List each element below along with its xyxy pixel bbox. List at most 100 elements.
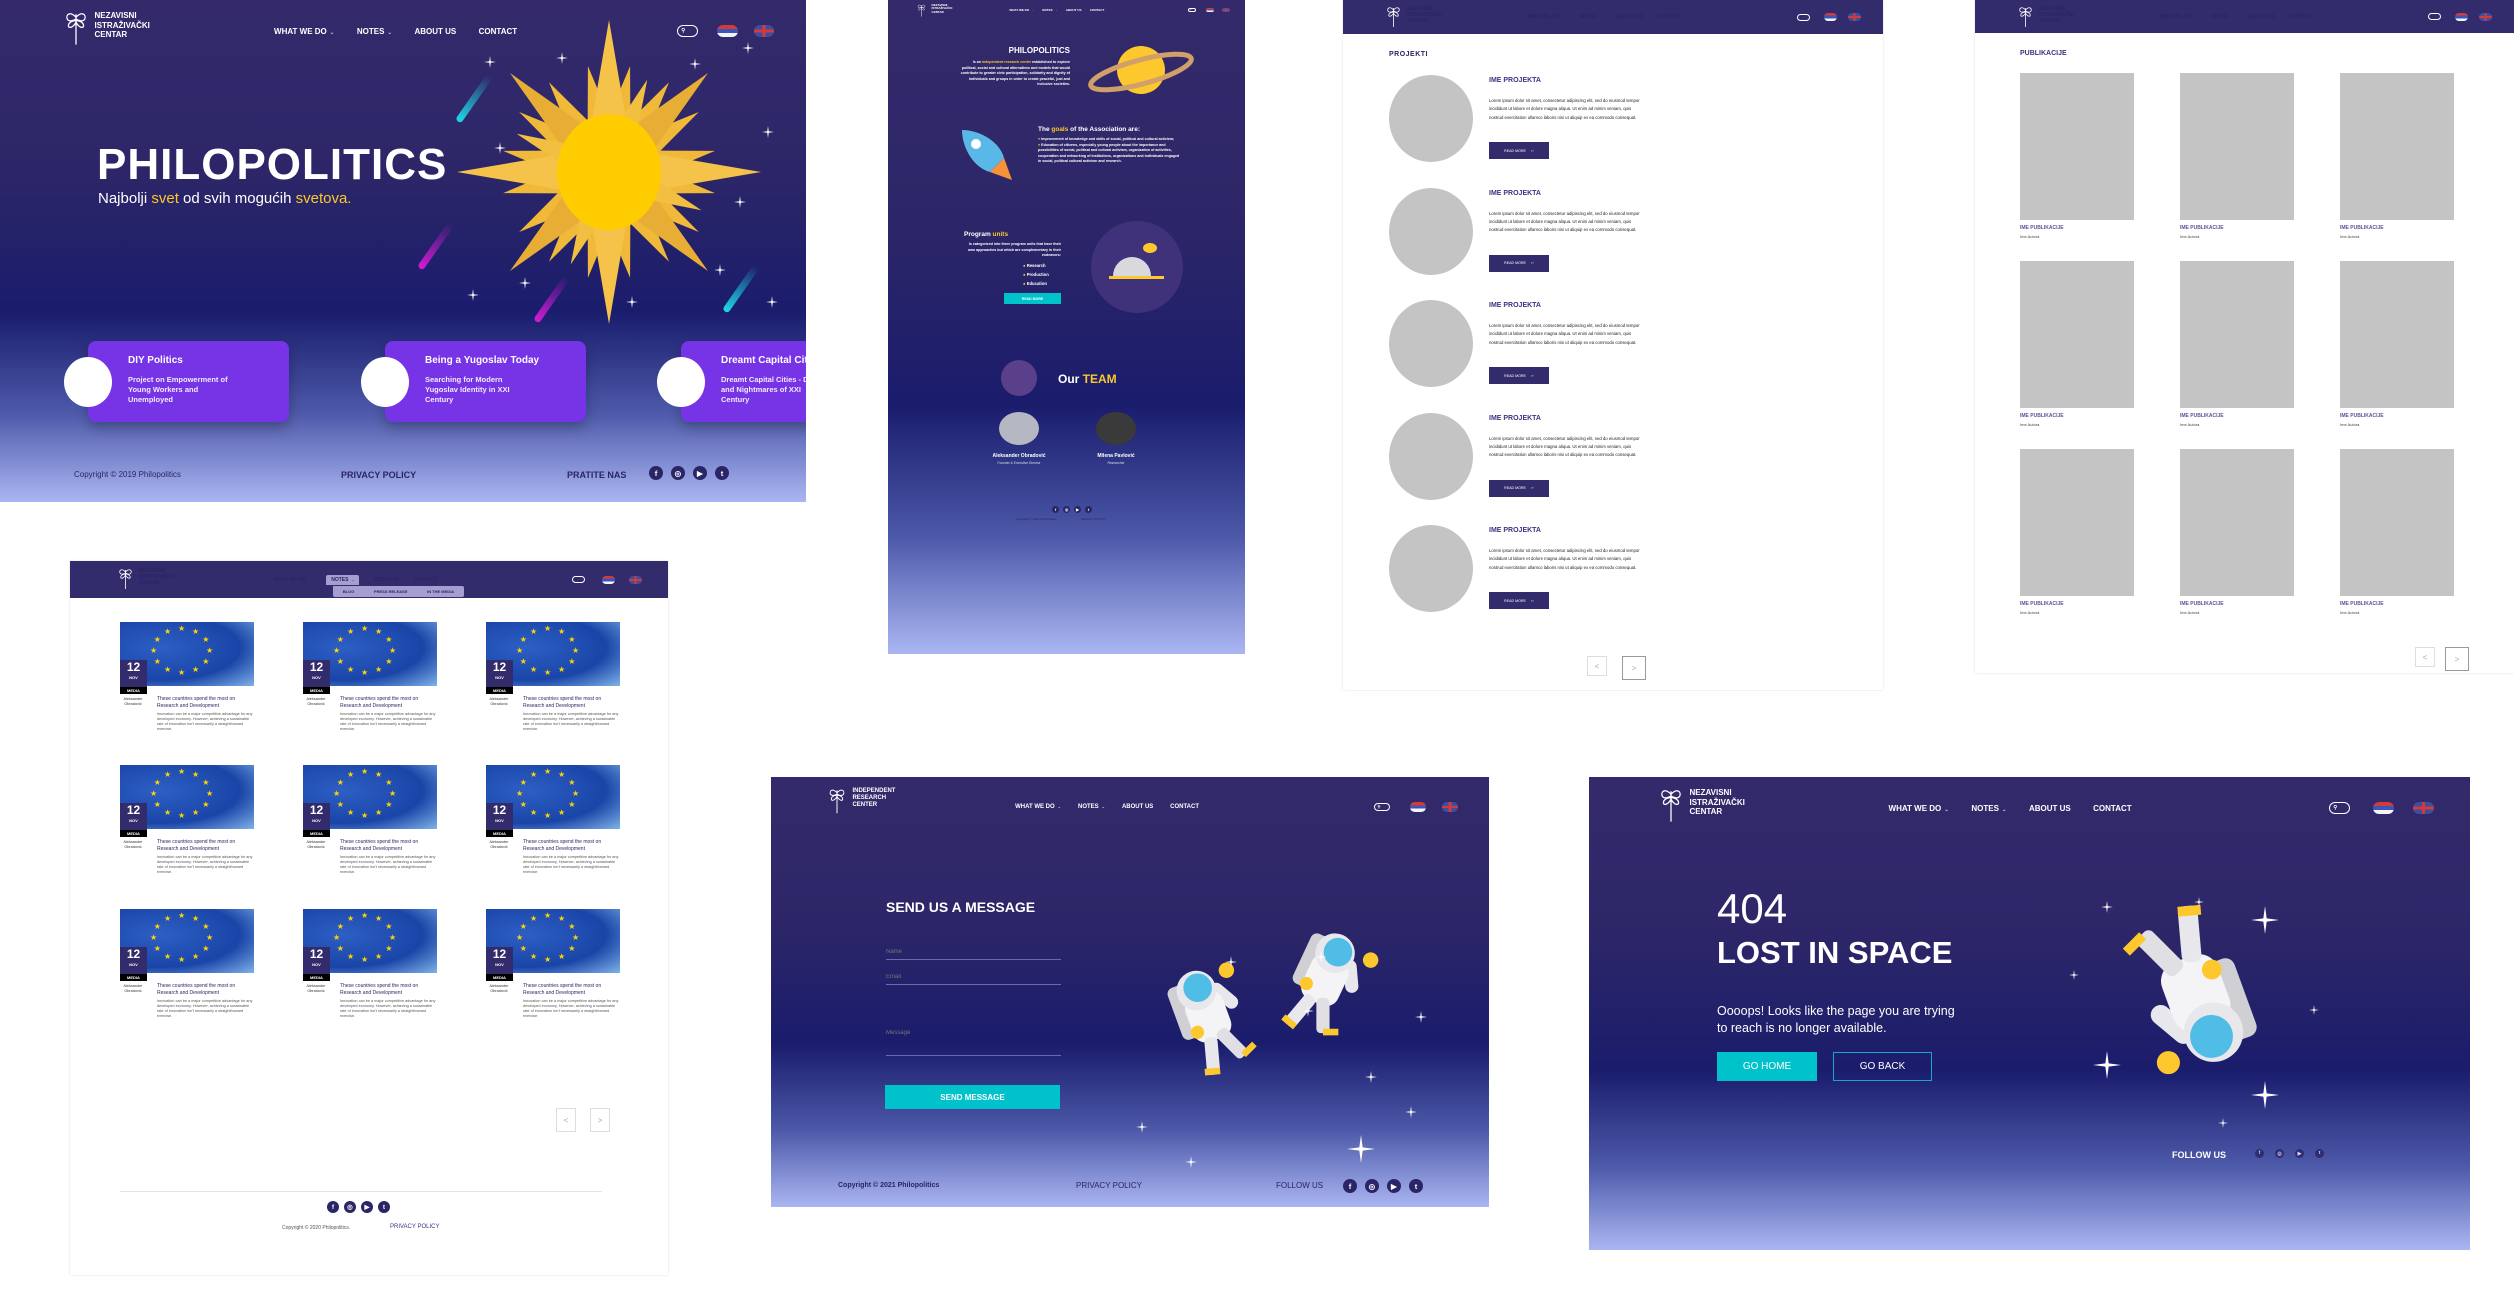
facebook-icon[interactable]: f (649, 466, 663, 480)
read-more-button[interactable]: READ MORE (1004, 293, 1061, 304)
nav-item-notes[interactable]: NOTES ⌄ (1042, 8, 1057, 12)
publication-cover[interactable] (2020, 449, 2134, 596)
instagram-icon[interactable]: ◎ (2275, 1149, 2284, 1158)
blog-card[interactable]: ★ ★ ★ ★ ★ ★ ★ ★ ★ ★ ★ ★ 12 NOV MEDIA Aleksander Obradov… (486, 765, 620, 890)
search-button[interactable]: ⚲ (1796, 13, 1810, 21)
project-title[interactable]: IME PROJEKTA (1489, 415, 1541, 422)
nav-item-notes[interactable]: NOTES ⌄ (2211, 14, 2234, 20)
project-card[interactable]: DIY Politics Project on Empowerment of Yo… (88, 341, 289, 422)
youtube-icon[interactable]: ▶ (1387, 1179, 1401, 1193)
twitter-icon[interactable]: t (1085, 506, 1092, 513)
youtube-icon[interactable]: ▶ (693, 466, 707, 480)
uk-flag-icon[interactable] (1847, 13, 1861, 21)
blog-card[interactable]: ★ ★ ★ ★ ★ ★ ★ ★ ★ ★ ★ ★ 12 NOV MEDIA Aleksander Obradov… (303, 765, 437, 890)
next-page-button[interactable]: > (590, 1108, 610, 1132)
youtube-icon[interactable]: ▶ (1074, 506, 1081, 513)
publication-title[interactable]: IME PUBLIKACIJE (2340, 601, 2384, 607)
nav-item-notes[interactable]: NOTES ⌄ (1078, 804, 1105, 810)
instagram-icon[interactable]: ◎ (671, 466, 685, 480)
twitter-icon[interactable]: t (2315, 1149, 2324, 1158)
nav-item-about-us[interactable]: ABOUT US (1122, 804, 1153, 810)
privacy-policy-link[interactable]: PRIVACY POLICY (390, 1224, 439, 1230)
search-button[interactable]: ⚲ (1187, 7, 1196, 13)
publication-title[interactable]: IME PUBLIKACIJE (2020, 225, 2064, 231)
publication-cover[interactable] (2180, 73, 2294, 220)
privacy-policy-link[interactable]: PRIVACY POLICY (1076, 1181, 1142, 1190)
blog-card[interactable]: ★ ★ ★ ★ ★ ★ ★ ★ ★ ★ ★ ★ 12 NOV MEDIA Aleksander Obradov… (120, 622, 254, 747)
project-card[interactable]: Being a Yugoslav Today Searching for Mode… (385, 341, 586, 422)
nav-item-what-we-do[interactable]: WHAT WE DO ⌄ (1889, 804, 1949, 813)
dropdown-item-in-the-media[interactable]: IN THE MEDIA (427, 589, 454, 594)
dropdown-item-blog[interactable]: BLOG (343, 589, 355, 594)
nav-item-notes[interactable]: NOTES ⌄ (1971, 804, 2006, 813)
twitter-icon[interactable]: t (715, 466, 729, 480)
publication-title[interactable]: IME PUBLIKACIJE (2020, 413, 2064, 419)
nav-item-what-we-do[interactable]: WHAT WE DO ⌄ (2158, 14, 2197, 20)
post-title[interactable]: These countries spend the most on Resear… (340, 696, 437, 710)
blog-card[interactable]: ★ ★ ★ ★ ★ ★ ★ ★ ★ ★ ★ ★ 12 NOV MEDIA Aleksander Obradov… (486, 909, 620, 1034)
blog-card[interactable]: ★ ★ ★ ★ ★ ★ ★ ★ ★ ★ ★ ★ 12 NOV MEDIA Aleksander Obradov… (120, 909, 254, 1034)
serbian-flag-icon[interactable] (1410, 802, 1426, 812)
go-home-button[interactable]: GO HOME (1717, 1052, 1817, 1081)
serbian-flag-icon[interactable] (2373, 801, 2394, 815)
facebook-icon[interactable]: f (327, 1201, 339, 1213)
post-title[interactable]: These countries spend the most on Resear… (523, 983, 620, 997)
logo[interactable]: NEZAVISNI ISTRAŽIVAČKI CENTAR (118, 568, 173, 590)
nav-item-about-us[interactable]: ABOUT US (2029, 804, 2071, 813)
nav-item-notes[interactable]: NOTES ⌄ (326, 574, 360, 585)
instagram-icon[interactable]: ◎ (1063, 506, 1070, 513)
logo[interactable]: NEZAVISNI ISTRAŽIVAČKI CENTAR (1386, 6, 1442, 28)
nav-item-contact[interactable]: CONTACT (2288, 14, 2312, 20)
serbian-flag-icon[interactable] (2454, 12, 2468, 21)
publication-cover[interactable] (2180, 261, 2294, 408)
read-more-button[interactable]: READ MORE ➳ (1489, 479, 1549, 497)
post-title[interactable]: These countries spend the most on Resear… (523, 839, 620, 853)
blog-card[interactable]: ★ ★ ★ ★ ★ ★ ★ ★ ★ ★ ★ ★ 12 NOV MEDIA Aleksander Obradov… (486, 622, 620, 747)
blog-card[interactable]: ★ ★ ★ ★ ★ ★ ★ ★ ★ ★ ★ ★ 12 NOV MEDIA Aleksander Obradov… (120, 765, 254, 890)
project-title[interactable]: IME PROJEKTA (1489, 190, 1541, 197)
blog-card[interactable]: ★ ★ ★ ★ ★ ★ ★ ★ ★ ★ ★ ★ 12 NOV MEDIA Aleksander Obradov… (303, 909, 437, 1034)
project-title[interactable]: IME PROJEKTA (1489, 302, 1541, 309)
send-message-button[interactable]: SEND MESSAGE (885, 1085, 1060, 1109)
nav-item-about-us[interactable]: ABOUT US (1066, 8, 1082, 12)
twitter-icon[interactable]: t (378, 1201, 390, 1213)
go-back-button[interactable]: GO BACK (1833, 1052, 1932, 1081)
publication-title[interactable]: IME PUBLIKACIJE (2020, 601, 2064, 607)
post-title[interactable]: These countries spend the most on Resear… (340, 839, 437, 853)
nav-item-notes[interactable]: NOTES ⌄ (357, 27, 392, 36)
post-title[interactable]: These countries spend the most on Resear… (340, 983, 437, 997)
facebook-icon[interactable]: f (1343, 1179, 1357, 1193)
nav-item-what-we-do[interactable]: WHAT WE DO ⌄ (1009, 8, 1034, 12)
read-more-button[interactable]: READ MORE ➳ (1489, 592, 1549, 609)
nav-item-what-we-do[interactable]: WHAT WE DO ⌄ (1527, 14, 1566, 20)
privacy-policy-link[interactable]: PRIVACY POLICY (1081, 517, 1106, 521)
logo[interactable]: NEZAVISNI ISTRAŽIVAČKI CENTAR (917, 3, 952, 17)
prev-page-button[interactable]: < (1587, 656, 1607, 676)
instagram-icon[interactable]: ◎ (1365, 1179, 1379, 1193)
post-title[interactable]: These countries spend the most on Resear… (157, 696, 254, 710)
publication-title[interactable]: IME PUBLIKACIJE (2340, 413, 2384, 419)
serbian-flag-icon[interactable] (1205, 7, 1214, 13)
youtube-icon[interactable]: ▶ (361, 1201, 373, 1213)
project-title[interactable]: IME PROJEKTA (1489, 527, 1541, 534)
publication-cover[interactable] (2020, 261, 2134, 408)
post-title[interactable]: These countries spend the most on Resear… (523, 696, 620, 710)
nav-item-about-us[interactable]: ABOUT US (1617, 14, 1643, 20)
nav-item-contact[interactable]: CONTACT (1657, 14, 1681, 20)
publication-cover[interactable] (2180, 449, 2294, 596)
publication-cover[interactable] (2340, 449, 2454, 596)
dropdown-item-press-release[interactable]: PRESS RELEASE (374, 589, 408, 594)
nav-item-contact[interactable]: CONTACT (2093, 804, 2132, 813)
nav-item-notes[interactable]: NOTES ⌄ (1580, 14, 1603, 20)
read-more-button[interactable]: READ MORE ➳ (1489, 367, 1549, 384)
publication-title[interactable]: IME PUBLIKACIJE (2180, 413, 2224, 419)
publication-cover[interactable] (2340, 73, 2454, 220)
serbian-flag-icon[interactable] (602, 575, 616, 584)
prev-page-button[interactable]: < (2415, 647, 2435, 667)
facebook-icon[interactable]: f (1052, 506, 1059, 513)
nav-item-contact[interactable]: CONTACT (1090, 8, 1104, 12)
post-title[interactable]: These countries spend the most on Resear… (157, 839, 254, 853)
twitter-icon[interactable]: t (1409, 1179, 1423, 1193)
logo[interactable]: NEZAVISNI ISTRAŽIVAČKI CENTAR (64, 11, 150, 46)
search-button[interactable]: ⚲ (2329, 802, 2350, 814)
